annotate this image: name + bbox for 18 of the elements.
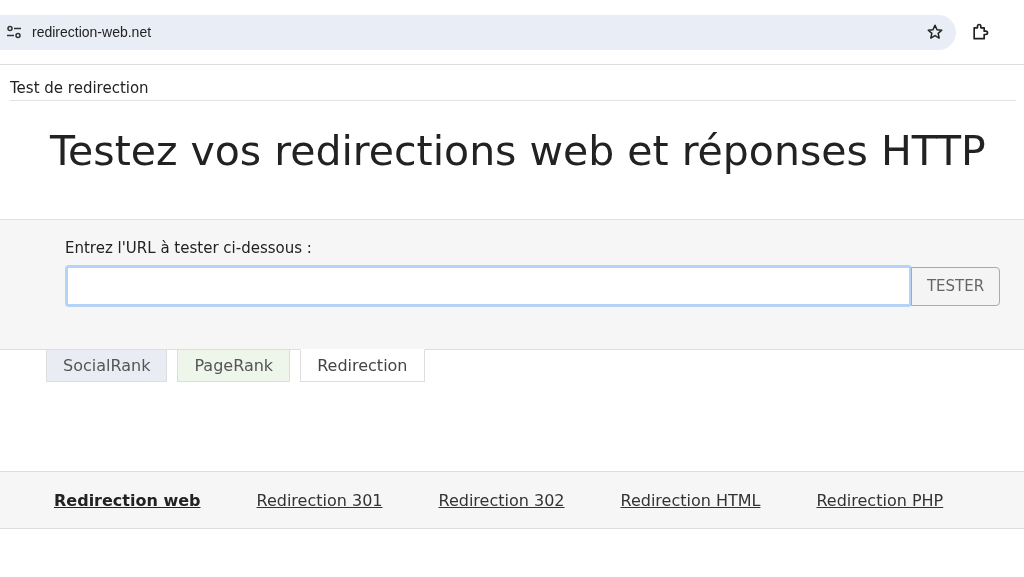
- site-title: Test de redirection: [10, 79, 149, 97]
- page-heading: Testez vos redirections web et réponses HTTP: [49, 126, 987, 177]
- nav-link[interactable]: Redirection 301: [256, 490, 383, 510]
- address-bar[interactable]: redirection-web.net: [0, 14, 956, 50]
- nav-link[interactable]: Redirection PHP: [816, 490, 944, 510]
- tab[interactable]: PageRank: [177, 350, 291, 382]
- test-button[interactable]: TESTER: [911, 266, 1000, 306]
- url-text: redirection-web.net: [32, 24, 153, 40]
- nav-link[interactable]: Redirection HTML: [620, 490, 761, 510]
- tab[interactable]: SocialRank: [46, 350, 168, 382]
- tab[interactable]: Redirection: [300, 349, 425, 382]
- nav-link[interactable]: Redirection web: [54, 490, 201, 510]
- url-label: Entrez l'URL à tester ci-dessous :: [65, 239, 313, 257]
- url-input-field[interactable]: [65, 265, 912, 307]
- site-settings-icon[interactable]: [6, 24, 22, 40]
- nav-link[interactable]: Redirection 302: [438, 490, 565, 510]
- extensions-icon[interactable]: [970, 22, 990, 42]
- bookmark-star-icon[interactable]: [926, 23, 944, 41]
